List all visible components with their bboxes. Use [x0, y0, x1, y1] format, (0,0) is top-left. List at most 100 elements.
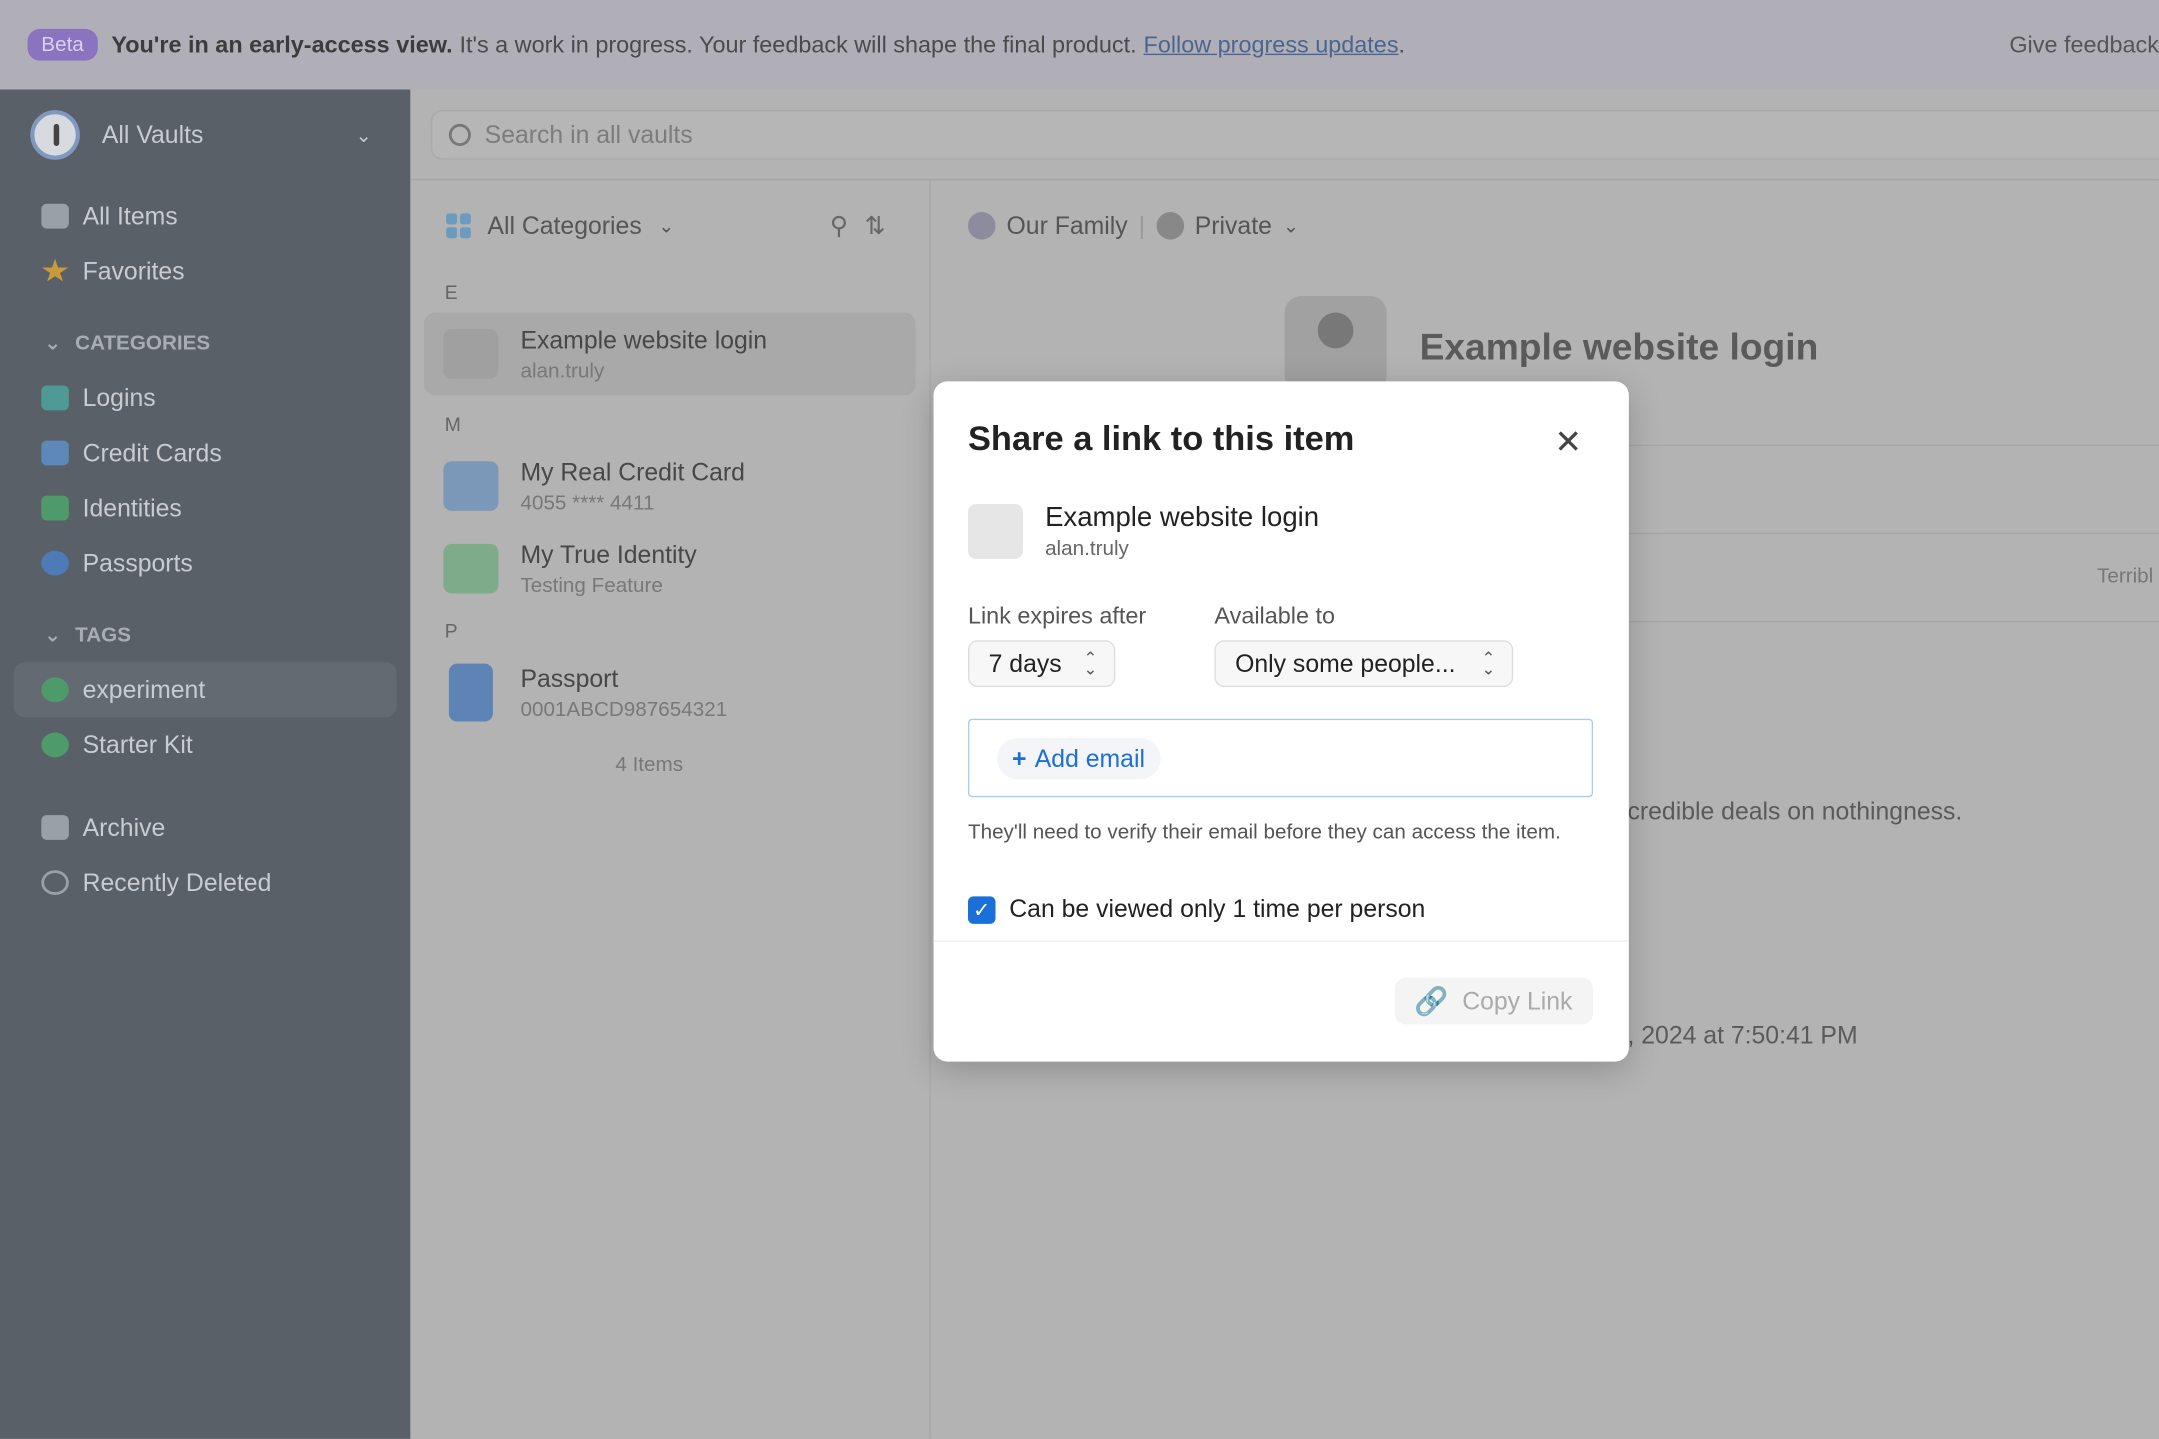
up-down-chevron-icon: ⌃ ⌄: [1083, 648, 1098, 679]
label: Copy Link: [1462, 986, 1573, 1015]
give-feedback-link[interactable]: Give feedback: [2009, 31, 2159, 59]
category-filter[interactable]: All Categories: [487, 211, 641, 240]
login-icon: [41, 385, 69, 411]
item-title: Example website login: [1045, 502, 1320, 533]
list-item[interactable]: My True Identity Testing Feature: [424, 527, 916, 610]
banner-text: It's a work in progress. Your feedback w…: [459, 30, 1137, 58]
categories-header[interactable]: ⌄ CATEGORIES: [0, 315, 410, 370]
sidebar-item-tag-starter-kit[interactable]: Starter Kit: [14, 717, 397, 772]
group-letter: E: [444, 280, 458, 303]
label: Recently Deleted: [82, 868, 272, 896]
chevron-down-icon: ⌄: [44, 331, 62, 356]
login-key-icon: [1284, 296, 1387, 393]
chevron-down-icon: ⌄: [44, 623, 62, 648]
modified-date: , 2024 at 7:50:41 PM: [1627, 1021, 1858, 1050]
label: Logins: [82, 383, 156, 412]
link-icon: 🔗: [1414, 986, 1449, 1017]
item-title: My True Identity: [520, 540, 697, 568]
sidebar-item-logins[interactable]: Logins: [14, 370, 397, 425]
password-strength: Terribl: [2097, 564, 2154, 588]
available-select[interactable]: Only some people... ⌃ ⌄: [1214, 640, 1514, 688]
passport-icon: [448, 663, 493, 722]
banner-period: .: [1398, 30, 1406, 58]
email-input[interactable]: + Add email: [967, 718, 1594, 798]
tag-icon: [41, 732, 69, 758]
checkmark-icon: ✓: [967, 895, 996, 924]
follow-progress-link[interactable]: Follow progress updates: [1144, 31, 1399, 59]
value: 7 days: [988, 649, 1062, 677]
label: All Items: [82, 201, 178, 230]
close-icon[interactable]: ✕: [1554, 423, 1582, 463]
tags-header[interactable]: ⌄ TAGS: [0, 607, 410, 662]
sort-icon[interactable]: ⇅: [865, 211, 902, 239]
credit-card-icon: [443, 461, 499, 511]
label: Passports: [82, 548, 193, 577]
sidebar: All Vaults ⌄ All Items Favorites ⌄ CATEGOR…: [0, 89, 411, 1439]
globe-icon: [41, 550, 69, 576]
divider: [933, 940, 1629, 942]
sidebar-item-identities[interactable]: Identities: [14, 481, 397, 536]
label: Identities: [82, 493, 182, 522]
up-down-chevron-icon: ⌃ ⌄: [1481, 648, 1496, 679]
item-title: Example website login: [1419, 326, 1819, 368]
beta-badge: Beta: [27, 28, 98, 61]
item-subtitle: Testing Feature: [520, 573, 663, 597]
family-avatar-icon: [967, 212, 996, 240]
add-email-button[interactable]: + Add email: [996, 738, 1161, 780]
plus-icon: +: [1012, 744, 1027, 772]
verify-hint: They'll need to verify their email befor…: [967, 820, 1561, 845]
vault-breadcrumb[interactable]: Our Family: [1007, 211, 1128, 240]
search-input[interactable]: Search in all vaults: [430, 110, 2159, 160]
copy-link-button[interactable]: 🔗 Copy Link: [1394, 977, 1594, 1025]
sidebar-item-favorites[interactable]: Favorites: [14, 244, 397, 299]
share-link-dialog: Share a link to this item ✕ Example webs…: [933, 381, 1629, 1062]
sidebar-item-all-items[interactable]: All Items: [14, 189, 397, 244]
categories-grid-icon: [446, 213, 471, 239]
sidebar-item-passports[interactable]: Passports: [14, 536, 397, 591]
notes-text: credible deals on nothingness.: [1627, 797, 1963, 825]
list-item[interactable]: Passport 0001ABCD987654321: [424, 651, 916, 734]
group-letter: P: [444, 619, 458, 642]
available-label: Available to: [1214, 603, 1336, 630]
label: CATEGORIES: [75, 331, 211, 355]
login-key-icon: [967, 503, 1024, 560]
expires-label: Link expires after: [967, 603, 1147, 630]
vault-selector[interactable]: All Vaults ⌄: [0, 89, 410, 180]
chevron-down-icon: ⌄: [658, 214, 675, 237]
label: Favorites: [82, 256, 185, 285]
label: experiment: [82, 675, 206, 703]
chevron-down-icon: ⌄: [1282, 214, 1300, 237]
credit-card-icon: [41, 440, 69, 466]
login-key-icon: [443, 329, 499, 379]
label: Starter Kit: [82, 730, 193, 758]
banner-bold: You're in an early-access view.: [111, 30, 453, 58]
group-letter: M: [444, 413, 461, 436]
list-item[interactable]: Example website login alan.truly: [424, 312, 916, 396]
dialog-title: Share a link to this item: [967, 419, 1355, 459]
label: TAGS: [75, 623, 131, 647]
identity-icon: [41, 495, 69, 521]
sidebar-item-recently-deleted[interactable]: Recently Deleted: [14, 855, 397, 910]
label: Archive: [82, 813, 166, 841]
archive-icon: [41, 815, 69, 840]
sidebar-item-archive[interactable]: Archive: [14, 800, 397, 855]
item-subtitle: 0001ABCD987654321: [520, 697, 728, 721]
item-title: Passport: [520, 664, 619, 692]
item-subtitle: 4055 **** 4411: [520, 490, 655, 515]
value: Only some people...: [1235, 649, 1456, 677]
sidebar-item-tag-experiment[interactable]: experiment: [13, 662, 397, 718]
item-subtitle: alan.truly: [1045, 536, 1129, 561]
expires-select[interactable]: 7 days ⌃ ⌄: [967, 640, 1116, 688]
identity-icon: [443, 543, 499, 594]
history-icon: [41, 870, 69, 895]
list-item[interactable]: My Real Credit Card 4055 **** 4411: [424, 445, 916, 528]
view-once-checkbox[interactable]: ✓ Can be viewed only 1 time per person: [967, 895, 1425, 924]
chevron-down-icon: ⌄: [355, 123, 372, 146]
search-list-icon[interactable]: ⚲: [830, 211, 865, 239]
item-title: Example website login: [520, 325, 768, 354]
early-access-banner: Beta You're in an early-access view. It'…: [0, 0, 2159, 90]
vault-label: All Vaults: [101, 120, 204, 149]
vault-private-breadcrumb[interactable]: Private: [1195, 211, 1272, 240]
item-list: All Categories ⌄ ⚲⇅ E Example website logi…: [410, 180, 931, 1439]
sidebar-item-credit-cards[interactable]: Credit Cards: [14, 425, 397, 480]
